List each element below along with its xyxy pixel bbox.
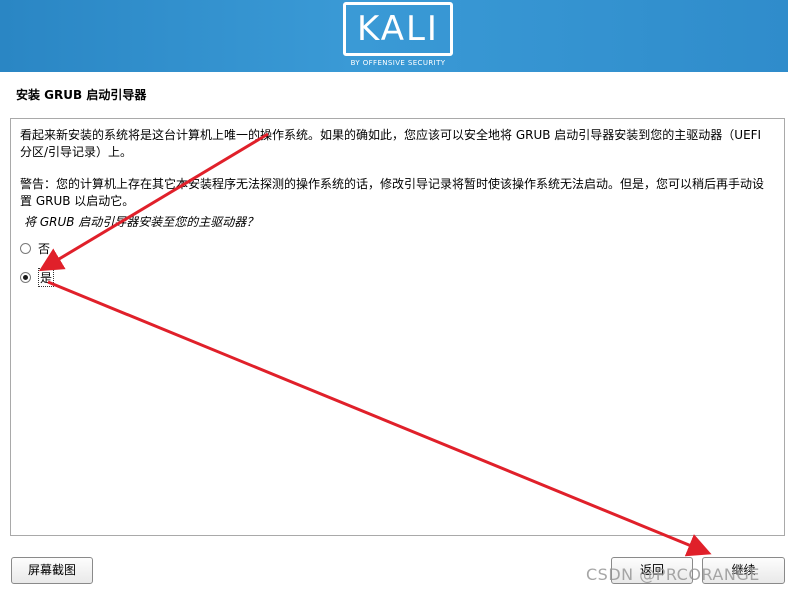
kali-banner: KALI BY OFFENSIVE SECURITY — [0, 0, 788, 72]
kali-logo-subtitle: BY OFFENSIVE SECURITY — [350, 59, 446, 67]
warning-paragraph: 警告：您的计算机上存在其它本安装程序无法探测的操作系统的话，修改引导记录将暂时使… — [20, 177, 765, 208]
radio-yes[interactable] — [20, 272, 31, 283]
option-no-label[interactable]: 否 — [38, 240, 50, 257]
radio-no[interactable] — [20, 243, 31, 254]
option-no[interactable]: 否 — [20, 240, 50, 257]
info-paragraph: 看起来新安装的系统将是这台计算机上唯一的操作系统。如果的确如此，您应该可以安全地… — [20, 128, 762, 159]
watermark: CSDN @PRCORANGE — [586, 565, 760, 584]
content-panel: 看起来新安装的系统将是这台计算机上唯一的操作系统。如果的确如此，您应该可以安全地… — [10, 118, 785, 536]
install-question: 将 GRUB 启动引导器安装至您的主驱动器？ — [24, 215, 259, 229]
option-yes-label[interactable]: 是 — [38, 268, 55, 287]
page-title: 安装 GRUB 启动引导器 — [16, 88, 147, 102]
screenshot-button[interactable]: 屏幕截图 — [11, 557, 93, 584]
kali-logo: KALI — [343, 2, 453, 56]
option-yes[interactable]: 是 — [20, 268, 55, 287]
